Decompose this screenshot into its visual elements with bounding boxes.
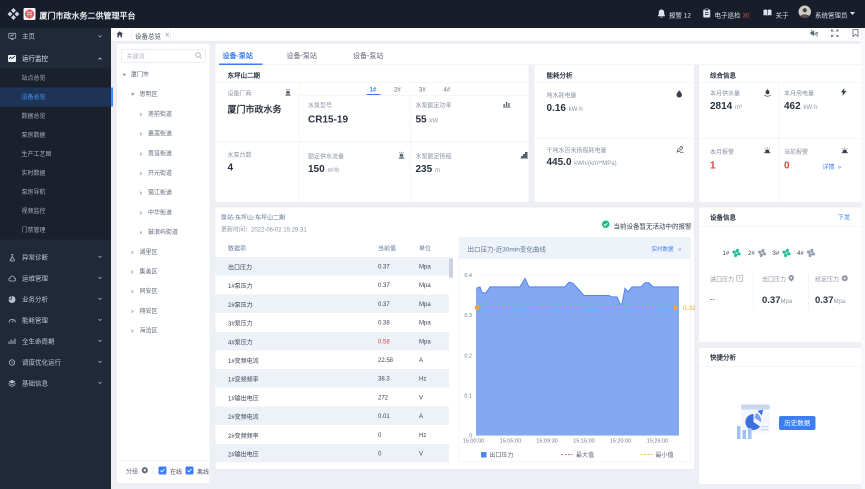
svg-text:0.32: 0.32: [683, 305, 696, 312]
svg-text:最大值: 最大值: [576, 451, 594, 459]
svg-text:15:20:00: 15:20:00: [610, 439, 631, 445]
svg-text:0.4: 0.4: [464, 273, 472, 279]
svg-text:最小值: 最小值: [656, 451, 674, 459]
svg-text:0.3: 0.3: [464, 313, 472, 319]
svg-text:0.1: 0.1: [464, 394, 472, 400]
svg-text:15:00:00: 15:00:00: [463, 439, 484, 445]
svg-text:15:05:00: 15:05:00: [500, 439, 521, 445]
svg-text:15:15:00: 15:15:00: [573, 439, 594, 445]
svg-text:15:26:00: 15:26:00: [647, 439, 668, 445]
svg-text:出口压力: 出口压力: [490, 451, 514, 459]
svg-text:15:09:30: 15:09:30: [536, 439, 557, 445]
svg-text:0: 0: [469, 434, 472, 440]
svg-text:0.2: 0.2: [464, 354, 472, 360]
